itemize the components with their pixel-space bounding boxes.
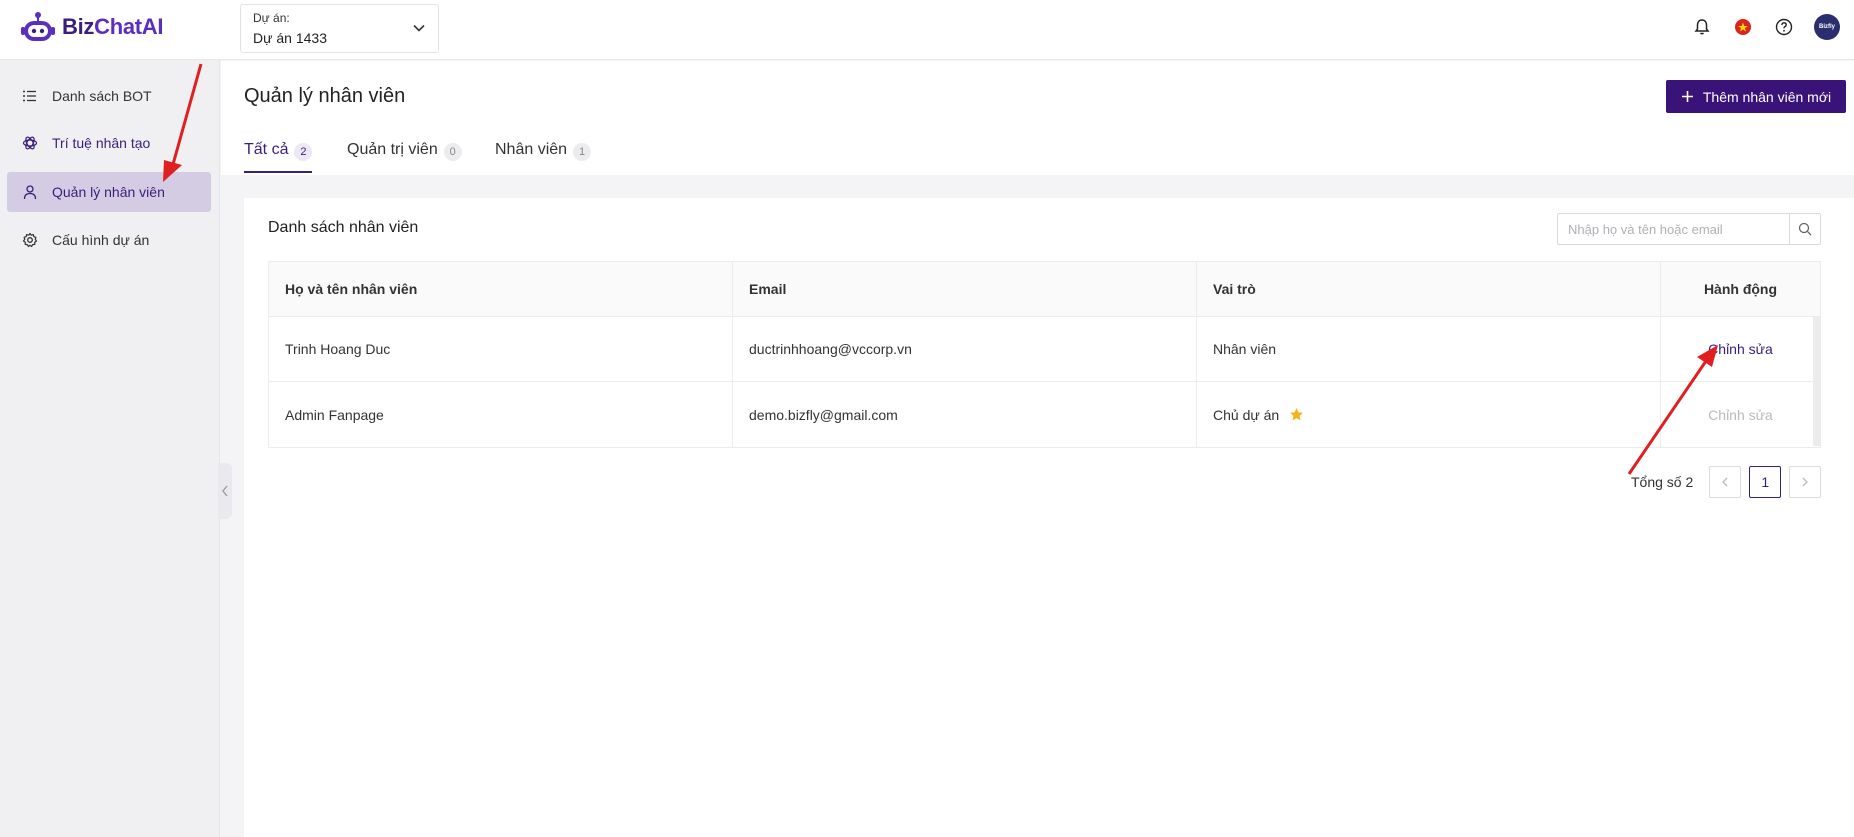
staff-email: demo.bizfly@gmail.com: [733, 382, 1197, 447]
robot-logo-icon: [21, 12, 55, 41]
next-page-button[interactable]: [1789, 466, 1822, 498]
project-selector[interactable]: Dự án: Dự án 1433: [240, 4, 439, 53]
staff-name: Trinh Hoang Duc: [269, 317, 733, 381]
row-action: Chỉnh sửa: [1661, 317, 1820, 381]
chevron-left-icon: [1722, 477, 1728, 487]
staff-role-cell: Chủ dự án: [1197, 382, 1661, 447]
prev-page-button[interactable]: [1709, 466, 1742, 498]
chevron-left-icon: [222, 485, 228, 497]
column-header-action: Hành động: [1703, 281, 1778, 297]
logo-text: BizChatAI: [62, 14, 164, 39]
tab-staff[interactable]: Nhân viên 1: [495, 141, 592, 173]
gear-icon: [22, 232, 38, 248]
tab-count-badge: 0: [443, 143, 462, 161]
staff-role: Nhân viên: [1197, 317, 1661, 381]
tab-label: Quản trị viên: [347, 141, 438, 158]
owner-star-icon: [1290, 408, 1304, 421]
table-row: Admin Fanpage demo.bizfly@gmail.com Chủ …: [269, 382, 1820, 447]
avatar[interactable]: Bizfly: [1814, 14, 1840, 40]
row-action: Chỉnh sửa: [1661, 382, 1820, 447]
sidebar-item-label: Danh sách BOT: [52, 88, 152, 104]
search-box: [1557, 213, 1821, 245]
staff-list-title: Danh sách nhân viên: [268, 219, 419, 236]
tab-label: Nhân viên: [495, 141, 568, 158]
tab-all[interactable]: Tất cả 2: [244, 141, 313, 173]
help-icon[interactable]: [1773, 16, 1795, 38]
sidebar-item-label: Quản lý nhân viên: [52, 184, 165, 200]
tab-label: Tất cả: [244, 141, 289, 158]
column-header-role: Vai trò: [1197, 262, 1661, 316]
edit-link[interactable]: Chỉnh sửa: [1708, 341, 1773, 357]
staff-email: ductrinhhoang@vccorp.vn: [733, 317, 1197, 381]
plus-icon: [1681, 91, 1693, 102]
ai-icon: [22, 136, 38, 150]
project-selector-value: Dự án 1433: [253, 30, 327, 46]
staff-name: Admin Fanpage: [269, 382, 733, 447]
search-icon: [1798, 222, 1812, 236]
tab-admins[interactable]: Quản trị viên 0: [347, 141, 462, 173]
page-header: [221, 61, 1854, 175]
search-button[interactable]: [1789, 214, 1820, 244]
edit-link-disabled: Chỉnh sửa: [1708, 406, 1773, 423]
column-header-name: Họ và tên nhân viên: [269, 262, 733, 316]
user-icon: [23, 185, 37, 200]
page-title: Quản lý nhân viên: [244, 85, 406, 107]
sidebar-item-label: Trí tuệ nhân tạo: [52, 135, 151, 151]
project-selector-label: Dự án:: [253, 11, 290, 25]
table-scrollbar[interactable]: [1813, 316, 1820, 446]
page-number-button[interactable]: 1: [1749, 466, 1782, 498]
add-staff-button-label: Thêm nhân viên mới: [1702, 88, 1832, 105]
bell-icon[interactable]: [1691, 16, 1713, 38]
chevron-down-icon: [413, 24, 425, 32]
sidebar-item-bot-list[interactable]: Danh sách BOT: [7, 76, 211, 116]
total-count: Tổng số 2: [1631, 474, 1694, 490]
column-header-email: Email: [733, 262, 1197, 316]
sidebar-item-label: Cấu hình dự án: [52, 232, 150, 248]
vietnam-flag-icon[interactable]: [1732, 16, 1754, 38]
tab-count-badge: 1: [573, 143, 592, 161]
table-row: Trinh Hoang Duc ductrinhhoang@vccorp.vn …: [269, 317, 1820, 382]
pagination: Tổng số 2 1: [1631, 466, 1829, 498]
sidebar-item-project-settings[interactable]: Cấu hình dự án: [7, 220, 211, 260]
sidebar-item-ai[interactable]: Trí tuệ nhân tạo: [7, 123, 211, 163]
top-header: BizChatAI Dự án: Dự án 1433 Bizfly: [0, 0, 1854, 60]
tab-count-badge: 2: [294, 143, 313, 161]
list-icon: [23, 90, 36, 102]
chevron-right-icon: [1802, 477, 1809, 487]
sidebar-item-staff-management[interactable]: Quản lý nhân viên: [7, 172, 211, 212]
sidebar-collapse-toggle[interactable]: [218, 463, 232, 519]
sidebar: Danh sách BOT Trí tuệ nhân tạo Quản lý n…: [0, 60, 220, 837]
bizchatai-logo[interactable]: BizChatAI: [20, 9, 164, 45]
table-header: Họ và tên nhân viên Email Vai trò Hành đ…: [269, 262, 1820, 317]
staff-table: Họ và tên nhân viên Email Vai trò Hành đ…: [268, 261, 1821, 448]
add-staff-button[interactable]: Thêm nhân viên mới: [1666, 80, 1846, 113]
staff-role: Chủ dự án: [1213, 406, 1280, 423]
search-input[interactable]: [1558, 214, 1789, 244]
